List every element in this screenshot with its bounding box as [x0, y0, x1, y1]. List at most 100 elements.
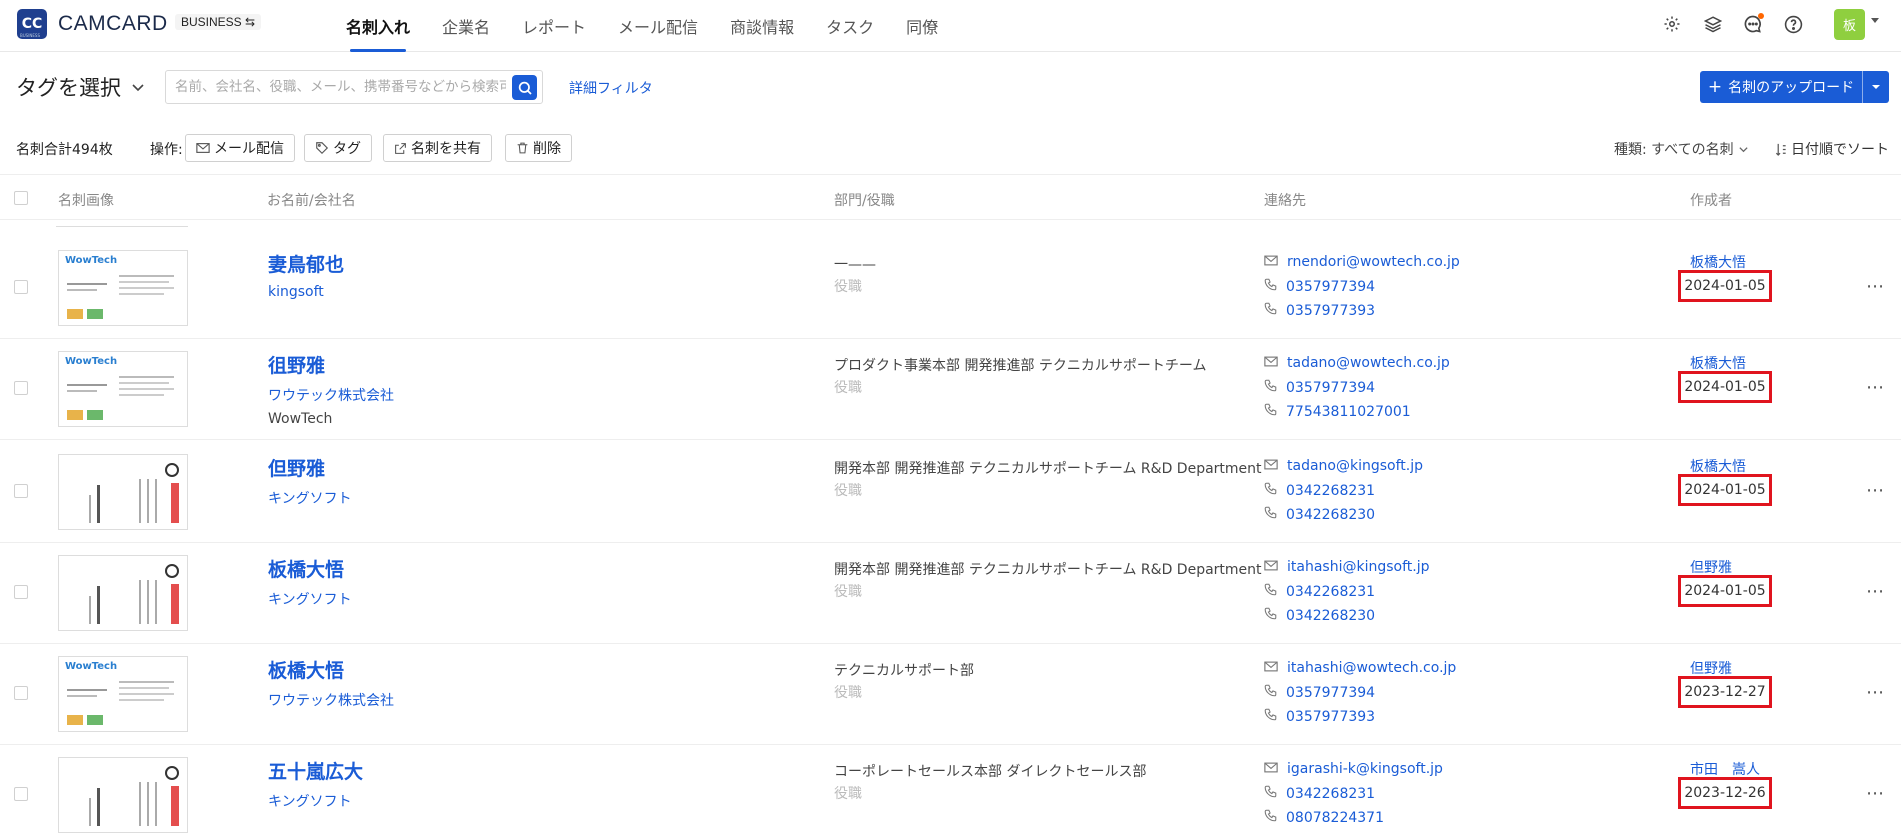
tab-deals[interactable]: 商談情報: [714, 0, 810, 52]
creator-name[interactable]: 板橋大悟: [1690, 252, 1746, 272]
contact-email[interactable]: itahashi@wowtech.co.jp: [1264, 660, 1456, 676]
email-text: igarashi-k@kingsoft.jp: [1287, 761, 1443, 777]
card-image[interactable]: [58, 454, 188, 530]
creator-name[interactable]: 板橋大悟: [1690, 456, 1746, 476]
sort-by-date-button[interactable]: 日付順でソート: [1775, 139, 1889, 159]
tab-reports[interactable]: レポート: [506, 0, 602, 52]
search-input[interactable]: [166, 72, 506, 102]
tab-colleagues[interactable]: 同僚: [890, 0, 954, 52]
creator-name[interactable]: 但野雅: [1690, 557, 1732, 577]
table-row[interactable]: WowTech 板橋大悟 ワウテック株式会社 テクニカルサポート部 役職 itahashi…: [0, 644, 1901, 745]
company-name[interactable]: ワウテック株式会社: [268, 690, 394, 710]
more-options-icon[interactable]: ⋯: [1866, 783, 1885, 804]
chat-icon[interactable]: [1742, 13, 1764, 35]
search-button[interactable]: [512, 75, 537, 100]
contact-name[interactable]: 妻鳥郁也: [268, 250, 344, 277]
table-row[interactable]: 但野雅 キングソフト 開発本部 開発推進部 テクニカルサポートチーム R&D Dep…: [0, 442, 1901, 543]
contact-phone[interactable]: 0357977393: [1264, 302, 1375, 319]
row-checkbox[interactable]: [14, 484, 28, 498]
brand-name: CAMCARD: [58, 12, 168, 35]
table-row[interactable]: WowTech 徂野雅 ワウテック株式会社 WowTech プロダクト事業本部 開発推進…: [0, 339, 1901, 440]
upload-main-action[interactable]: + 名刺のアップロード: [1700, 71, 1862, 103]
more-options-icon[interactable]: ⋯: [1866, 480, 1885, 501]
tab-mail-delivery[interactable]: メール配信: [602, 0, 714, 52]
contact-phone[interactable]: 0357977393: [1264, 708, 1375, 725]
table-row[interactable]: WowTech 妻鳥郁也 kingsoft 一—— 役職 rnendori@wowtech…: [0, 238, 1901, 339]
column-header-dept[interactable]: 部門/役職: [834, 190, 895, 210]
table-row[interactable]: 五十嵐広大 キングソフト コーポレートセールス本部 ダイレクトセールス部 役職 igar…: [0, 745, 1901, 835]
help-icon[interactable]: [1782, 13, 1804, 35]
mail-delivery-label: メール配信: [214, 141, 284, 157]
company-name[interactable]: ワウテック株式会社: [268, 385, 394, 405]
chevron-down-icon: [1739, 146, 1748, 152]
tag-button[interactable]: タグ: [304, 134, 372, 162]
more-options-icon[interactable]: ⋯: [1866, 581, 1885, 602]
tab-companies[interactable]: 企業名: [426, 0, 506, 52]
creator-name[interactable]: 板橋大悟: [1690, 353, 1746, 373]
card-kind-dropdown[interactable]: 種類: すべての名刺: [1614, 139, 1749, 159]
card-image[interactable]: WowTech: [58, 656, 188, 732]
row-checkbox[interactable]: [14, 686, 28, 700]
more-options-icon[interactable]: ⋯: [1866, 377, 1885, 398]
job-title: 役職: [834, 279, 862, 295]
share-card-button[interactable]: 名刺を共有: [383, 134, 492, 162]
contact-name[interactable]: 徂野雅: [268, 351, 325, 378]
card-image[interactable]: [58, 555, 188, 631]
creator-name[interactable]: 市田 嵩人: [1690, 759, 1760, 779]
user-avatar[interactable]: 板: [1834, 9, 1865, 40]
contact-phone[interactable]: 0342268230: [1264, 607, 1375, 624]
layers-icon[interactable]: [1702, 13, 1724, 35]
phone-text: 0342268230: [1286, 607, 1376, 624]
contact-name[interactable]: 五十嵐広大: [268, 757, 363, 784]
contact-phone[interactable]: 0357977394: [1264, 379, 1375, 396]
contact-email[interactable]: itahashi@kingsoft.jp: [1264, 559, 1429, 575]
column-header-name[interactable]: お名前/会社名: [267, 190, 356, 210]
contact-phone[interactable]: 77543811027001: [1264, 403, 1411, 420]
row-checkbox[interactable]: [14, 585, 28, 599]
contact-email[interactable]: igarashi-k@kingsoft.jp: [1264, 761, 1443, 777]
select-all-checkbox[interactable]: [14, 191, 28, 205]
contact-email[interactable]: tadano@wowtech.co.jp: [1264, 355, 1450, 371]
more-options-icon[interactable]: ⋯: [1866, 276, 1885, 297]
upload-dropdown-toggle[interactable]: [1863, 71, 1889, 103]
contact-email[interactable]: rnendori@wowtech.co.jp: [1264, 254, 1460, 270]
contact-phone[interactable]: 0357977394: [1264, 684, 1375, 701]
gear-icon[interactable]: [1661, 13, 1683, 35]
more-options-icon[interactable]: ⋯: [1866, 682, 1885, 703]
contact-phone[interactable]: 08078224371: [1264, 809, 1384, 826]
tab-card-holder[interactable]: 名刺入れ: [330, 0, 426, 52]
company-name[interactable]: キングソフト: [268, 488, 352, 508]
card-image[interactable]: [58, 757, 188, 833]
row-checkbox[interactable]: [14, 381, 28, 395]
tag-select-dropdown[interactable]: タグを選択: [16, 72, 145, 102]
contact-phone[interactable]: 0342268231: [1264, 583, 1375, 600]
contact-phone[interactable]: 0342268231: [1264, 785, 1375, 802]
delete-button[interactable]: 削除: [505, 134, 572, 162]
upload-card-button[interactable]: + 名刺のアップロード: [1700, 71, 1889, 103]
sort-icon: [1775, 143, 1786, 156]
chevron-down-icon[interactable]: [1871, 18, 1879, 23]
contact-phone[interactable]: 0342268230: [1264, 506, 1375, 523]
contact-name[interactable]: 板橋大悟: [268, 656, 344, 683]
contact-name[interactable]: 板橋大悟: [268, 555, 344, 582]
row-checkbox[interactable]: [14, 280, 28, 294]
plan-switch[interactable]: BUSINESS ⇆: [175, 14, 262, 30]
table-row[interactable]: 板橋大悟 キングソフト 開発本部 開発推進部 テクニカルサポートチーム R&D De…: [0, 543, 1901, 644]
creator-name[interactable]: 但野雅: [1690, 658, 1732, 678]
company-name[interactable]: kingsoft: [268, 284, 324, 300]
contact-phone[interactable]: 0357977394: [1264, 278, 1375, 295]
row-checkbox[interactable]: [14, 787, 28, 801]
contact-phone[interactable]: 0342268231: [1264, 482, 1375, 499]
tag-label: タグ: [333, 141, 361, 157]
detail-filter-link[interactable]: 詳細フィルタ: [569, 78, 653, 98]
tab-tasks[interactable]: タスク: [810, 0, 890, 52]
contact-email[interactable]: tadano@kingsoft.jp: [1264, 458, 1423, 474]
column-header-creator[interactable]: 作成者: [1690, 190, 1732, 210]
chevron-down-icon: [132, 84, 144, 92]
mail-delivery-button[interactable]: メール配信: [185, 134, 295, 162]
contact-name[interactable]: 但野雅: [268, 454, 325, 481]
company-name[interactable]: キングソフト: [268, 589, 352, 609]
card-image[interactable]: WowTech: [58, 250, 188, 326]
company-name[interactable]: キングソフト: [268, 791, 352, 811]
card-image[interactable]: WowTech: [58, 351, 188, 427]
